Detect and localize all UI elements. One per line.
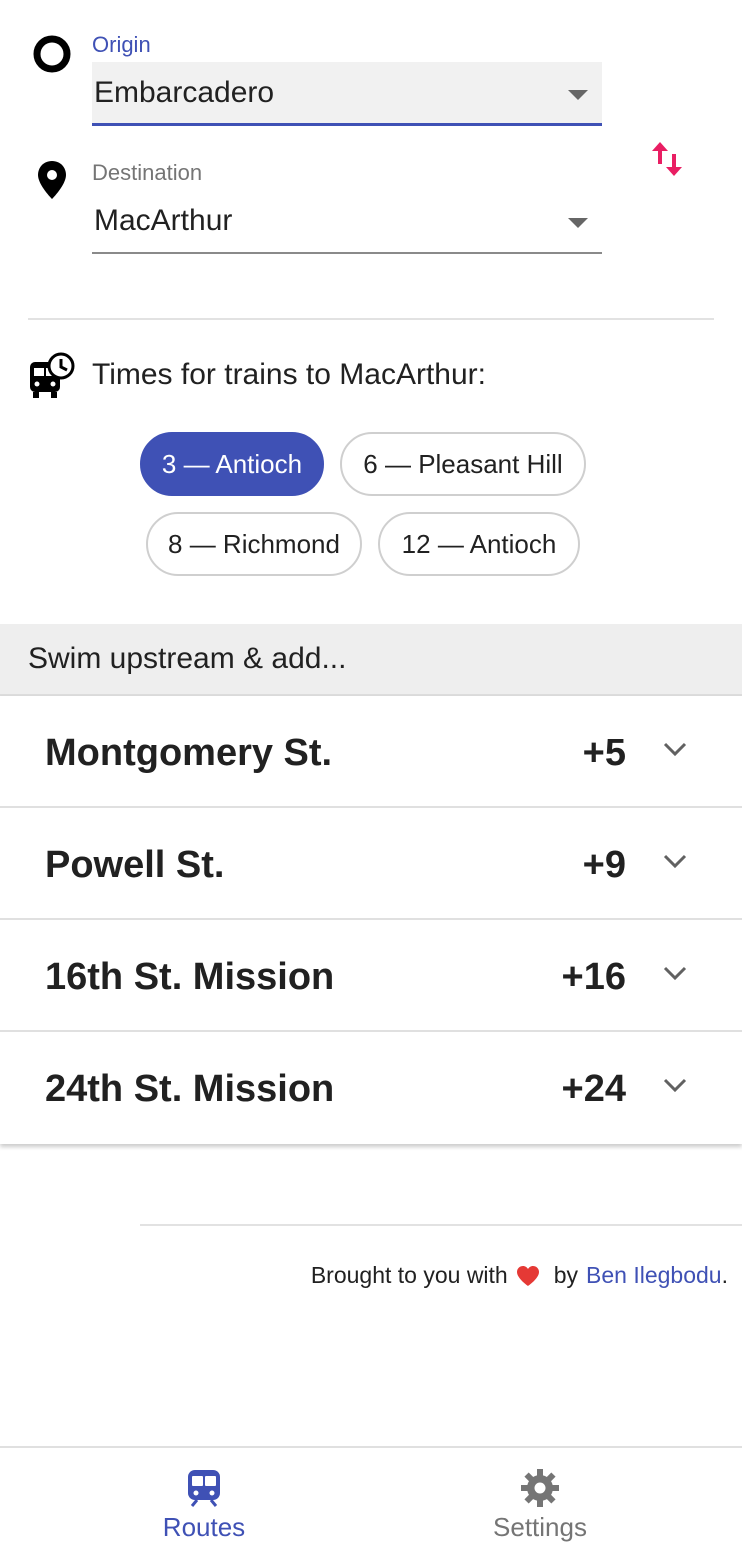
bus-clock-icon	[28, 350, 76, 400]
divider	[28, 318, 714, 320]
chevron-down-icon[interactable]	[662, 740, 688, 758]
station-minutes: +16	[561, 956, 626, 998]
route-chip-3-antioch[interactable]: 3 — Antioch	[140, 432, 324, 496]
destination-select[interactable]: MacArthur	[92, 190, 602, 254]
origin-value: Embarcadero	[94, 75, 275, 109]
origin-circle-icon	[30, 32, 74, 76]
destination-value: MacArthur	[94, 204, 233, 237]
footer-divider	[140, 1224, 742, 1226]
credit-by: by	[553, 1262, 579, 1288]
credit-suffix: .	[721, 1262, 728, 1288]
station-name: 24th St. Mission	[45, 1068, 335, 1110]
nav-settings-label: Settings	[493, 1512, 587, 1542]
route-chip-6-pleasant-hill[interactable]: 6 — Pleasant Hill	[340, 432, 586, 496]
times-heading-row: Times for trains to MacArthur:	[28, 350, 486, 400]
origin-select[interactable]: Embarcadero	[92, 62, 602, 126]
list-item[interactable]: Montgomery St. +5	[0, 696, 742, 808]
nav-settings[interactable]: Settings	[440, 1448, 640, 1550]
list-item[interactable]: 16th St. Mission +16	[0, 920, 742, 1032]
origin-label: Origin	[92, 32, 151, 57]
chevron-down-icon[interactable]	[662, 852, 688, 870]
swap-vertical-icon[interactable]	[648, 138, 688, 180]
nav-routes[interactable]: Routes	[104, 1448, 304, 1550]
dropdown-caret-icon	[568, 90, 588, 100]
station-minutes: +24	[561, 1068, 626, 1110]
times-heading: Times for trains to MacArthur:	[92, 358, 486, 391]
station-minutes: +9	[582, 844, 626, 886]
list-item[interactable]: 24th St. Mission +24	[0, 1032, 742, 1144]
chevron-down-icon[interactable]	[662, 1076, 688, 1094]
destination-label: Destination	[92, 160, 203, 185]
nav-routes-label: Routes	[162, 1512, 246, 1542]
route-chip-8-richmond[interactable]: 8 — Richmond	[146, 512, 362, 576]
upstream-header: Swim upstream & add...	[0, 624, 742, 696]
credit-line: Brought to you with by Ben Ilegbodu .	[311, 1262, 728, 1289]
dropdown-caret-icon	[568, 218, 588, 228]
bottom-nav: Routes Settings	[0, 1446, 742, 1550]
author-link[interactable]: Ben Ilegbodu	[586, 1262, 722, 1289]
chevron-down-icon[interactable]	[662, 964, 688, 982]
station-minutes: +5	[582, 732, 626, 774]
heart-icon	[516, 1265, 539, 1286]
train-icon	[188, 1470, 220, 1507]
station-name: Powell St.	[45, 844, 225, 886]
station-name: 16th St. Mission	[45, 956, 335, 998]
route-chip-12-antioch[interactable]: 12 — Antioch	[378, 512, 580, 576]
list-item[interactable]: Powell St. +9	[0, 808, 742, 920]
station-list: Montgomery St. +5 Powell St. +9 16th St.…	[0, 696, 742, 1144]
credit-prefix: Brought to you with	[310, 1262, 508, 1288]
gear-icon	[521, 1469, 559, 1507]
map-pin-icon	[30, 158, 74, 202]
station-name: Montgomery St.	[45, 732, 333, 774]
